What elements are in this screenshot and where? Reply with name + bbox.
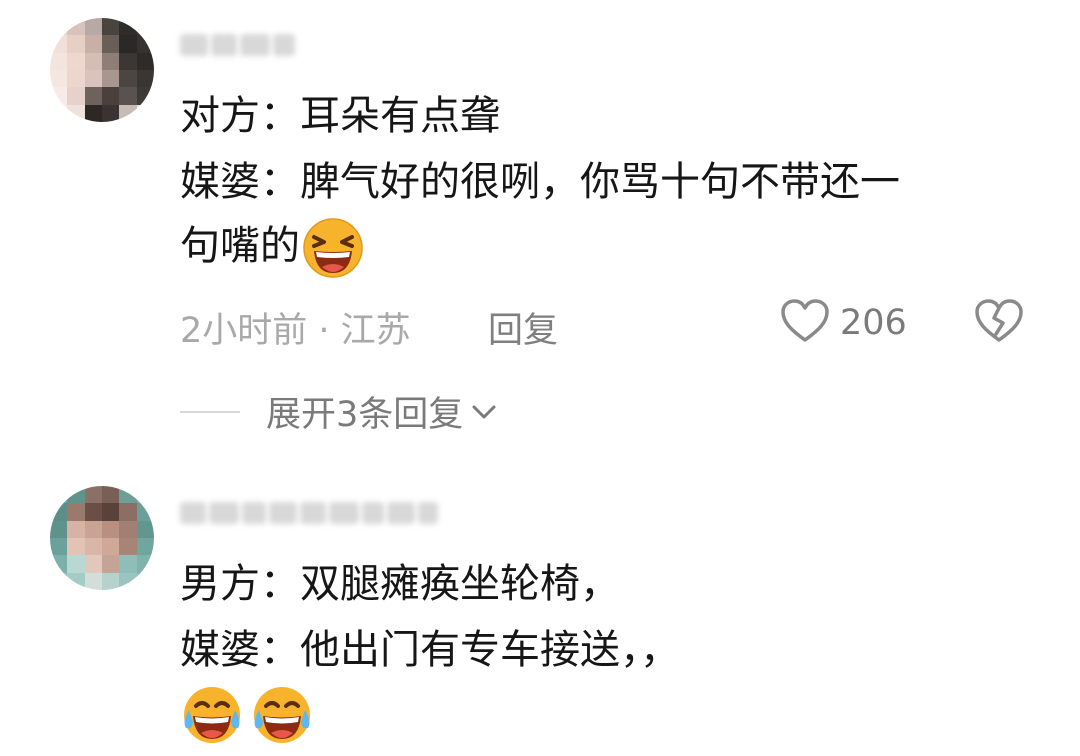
reply-button[interactable]: 回复 — [488, 302, 558, 353]
tears-of-joy-emoji — [250, 684, 312, 746]
timestamp-location: 2小时前 · 江苏 — [180, 311, 411, 351]
expand-replies-button[interactable]: 展开3条回复 — [180, 386, 497, 437]
comment-item: 对方：耳朵有点聋 媒婆：脾气好的很咧，你骂十句不带还一 句嘴的 2小时前 · 江… — [0, 0, 1080, 460]
like-button[interactable]: 206 — [780, 298, 907, 348]
laughing-emoji — [302, 217, 364, 279]
tears-of-joy-emoji — [180, 684, 242, 746]
expand-replies-label: 展开3条回复 — [266, 395, 464, 435]
broken-heart-icon[interactable] — [974, 298, 1024, 348]
avatar[interactable] — [50, 18, 154, 122]
comment-item: 男方：双腿瘫痪坐轮椅， 媒婆：他出门有专车接送，， — [0, 460, 1080, 756]
heart-icon — [780, 298, 830, 348]
chevron-down-icon — [471, 402, 497, 422]
comment-text-line: 男方：双腿瘫痪坐轮椅， — [180, 561, 620, 607]
username-blurred[interactable] — [180, 498, 438, 528]
comment-text-line: 媒婆：脾气好的很咧，你骂十句不带还一 — [180, 159, 900, 205]
divider — [180, 410, 240, 413]
comment-text-line: 对方：耳朵有点聋 — [180, 93, 500, 139]
username-blurred[interactable] — [180, 30, 295, 60]
like-count: 206 — [840, 303, 907, 343]
comment-text: 句嘴的 — [180, 223, 300, 269]
emoji-row — [180, 684, 312, 746]
avatar[interactable] — [50, 486, 154, 590]
comment-text-line-with-emoji: 句嘴的 — [180, 214, 364, 278]
comment-text-line: 媒婆：他出门有专车接送，， — [180, 627, 680, 673]
